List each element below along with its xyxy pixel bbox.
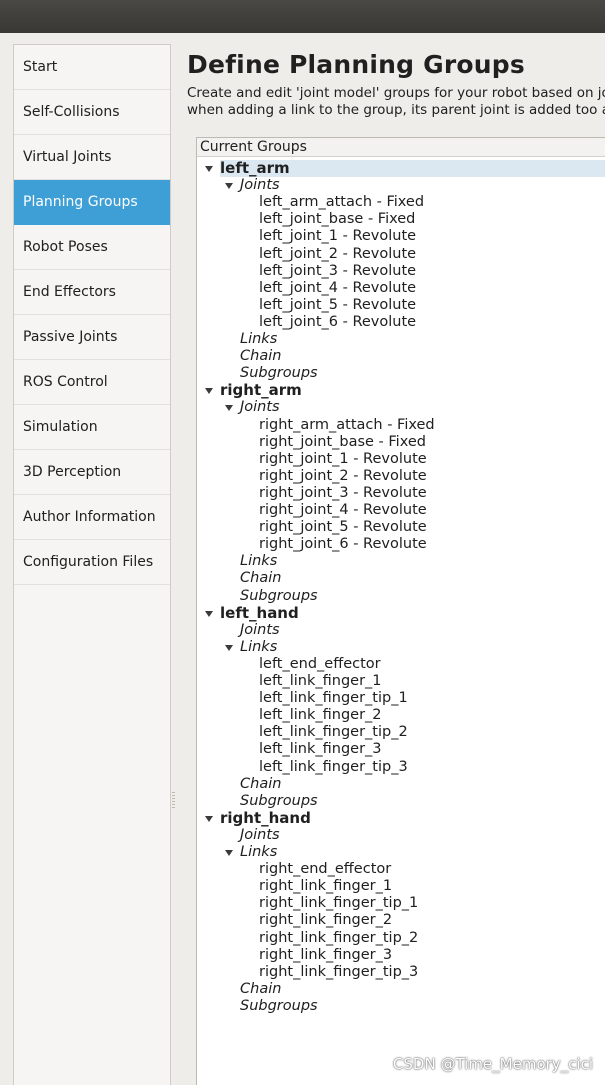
- tree-group-left-arm[interactable]: left_arm: [220, 160, 605, 177]
- tree-item[interactable]: left_link_finger_3: [259, 741, 382, 758]
- sidebar-item-robot-poses[interactable]: Robot Poses: [14, 225, 170, 270]
- expand-arrow-icon[interactable]: [225, 183, 233, 190]
- tree-item[interactable]: left_end_effector: [259, 656, 381, 673]
- expand-arrow-icon[interactable]: [225, 644, 233, 651]
- tree-item[interactable]: right_joint_5 - Revolute: [259, 519, 427, 536]
- tree-category-links[interactable]: Links: [240, 553, 277, 570]
- tree-item[interactable]: right_link_finger_tip_3: [259, 964, 418, 981]
- tree-category-joints[interactable]: Joints: [240, 177, 280, 194]
- tree-group-right-arm[interactable]: right_arm: [220, 382, 302, 399]
- tree-item[interactable]: right_link_finger_3: [259, 947, 392, 964]
- tree-item[interactable]: right_arm_attach - Fixed: [259, 417, 435, 434]
- tree-category-subgroups[interactable]: Subgroups: [240, 365, 318, 382]
- splitter-handle[interactable]: [172, 792, 175, 808]
- tree-category-links[interactable]: Links: [240, 639, 277, 656]
- tree-group-right-hand[interactable]: right_hand: [220, 809, 311, 827]
- tree-item[interactable]: left_link_finger_2: [259, 707, 382, 724]
- sidebar-item-3d-perception[interactable]: 3D Perception: [14, 450, 170, 495]
- tree-category-subgroups[interactable]: Subgroups: [240, 998, 318, 1015]
- main-panel: Define Planning Groups Create and edit '…: [187, 44, 605, 1085]
- expand-arrow-icon[interactable]: [205, 815, 213, 822]
- page-description: Create and edit 'joint model' groups for…: [187, 85, 605, 119]
- planning-groups-tree[interactable]: Current Groups left_arm Joints left_arm_at…: [196, 137, 605, 1085]
- tree-item[interactable]: right_link_finger_2: [259, 912, 392, 929]
- sidebar-item-passive-joints[interactable]: Passive Joints: [14, 315, 170, 360]
- tree-category-subgroups[interactable]: Subgroups: [240, 793, 318, 810]
- sidebar-item-simulation[interactable]: Simulation: [14, 405, 170, 450]
- sidebar-item-planning-groups[interactable]: Planning Groups: [14, 180, 170, 225]
- tree-item[interactable]: left_joint_base - Fixed: [259, 211, 415, 228]
- tree-item[interactable]: right_joint_3 - Revolute: [259, 485, 427, 502]
- expand-arrow-icon[interactable]: [205, 610, 213, 617]
- sidebar-item-ros-control[interactable]: ROS Control: [14, 360, 170, 405]
- sidebar-item-virtual-joints[interactable]: Virtual Joints: [14, 135, 170, 180]
- tree-item[interactable]: left_joint_1 - Revolute: [259, 228, 416, 245]
- window-titlebar: [0, 0, 605, 33]
- description-line-1: Create and edit 'joint model' groups for…: [187, 85, 605, 101]
- tree-category-joints[interactable]: Joints: [240, 827, 280, 844]
- tree-item[interactable]: left_link_finger_tip_1: [259, 690, 408, 707]
- expand-arrow-icon[interactable]: [205, 166, 213, 172]
- watermark: CSDN @Time_Memory_cici: [392, 1055, 593, 1073]
- expand-arrow-icon[interactable]: [205, 388, 213, 395]
- page-title: Define Planning Groups: [187, 50, 525, 79]
- sidebar-item-start[interactable]: Start: [14, 45, 170, 90]
- tree-item[interactable]: right_joint_1 - Revolute: [259, 451, 427, 468]
- tree-category-chain[interactable]: Chain: [240, 570, 281, 587]
- expand-arrow-icon[interactable]: [225, 405, 233, 412]
- tree-item[interactable]: left_joint_2 - Revolute: [259, 246, 416, 263]
- tree-item[interactable]: left_joint_6 - Revolute: [259, 314, 416, 331]
- expand-arrow-icon[interactable]: [225, 850, 233, 856]
- tree-item[interactable]: right_link_finger_tip_2: [259, 930, 418, 947]
- description-line-2: when adding a link to the group, its par…: [187, 102, 605, 118]
- sidebar-item-end-effectors[interactable]: End Effectors: [14, 270, 170, 315]
- tree-category-subgroups[interactable]: Subgroups: [240, 588, 318, 605]
- tree-category-chain[interactable]: Chain: [240, 981, 281, 998]
- tree-category-joints[interactable]: Joints: [240, 399, 280, 416]
- tree-item[interactable]: left_link_finger_tip_3: [259, 759, 408, 776]
- tree-category-links[interactable]: Links: [240, 331, 277, 348]
- tree-item[interactable]: right_end_effector: [259, 861, 391, 878]
- tree-header: Current Groups: [197, 138, 605, 157]
- sidebar-nav: Start Self-Collisions Virtual Joints Planni…: [13, 44, 171, 1085]
- sidebar-item-author-information[interactable]: Author Information: [14, 495, 170, 540]
- tree-item[interactable]: right_joint_6 - Revolute: [259, 536, 427, 553]
- tree-item[interactable]: left_joint_3 - Revolute: [259, 263, 416, 280]
- tree-item[interactable]: right_joint_2 - Revolute: [259, 468, 427, 485]
- tree-item[interactable]: left_arm_attach - Fixed: [259, 194, 424, 211]
- tree-item[interactable]: left_link_finger_1: [259, 673, 382, 690]
- tree-category-chain[interactable]: Chain: [240, 776, 281, 793]
- tree-item[interactable]: right_link_finger_1: [259, 878, 392, 895]
- tree-group-left-hand[interactable]: left_hand: [220, 604, 299, 622]
- sidebar-item-self-collisions[interactable]: Self-Collisions: [14, 90, 170, 135]
- tree-item[interactable]: right_joint_base - Fixed: [259, 434, 426, 451]
- tree-category-joints[interactable]: Joints: [240, 622, 280, 639]
- tree-category-chain[interactable]: Chain: [240, 348, 281, 365]
- tree-category-links[interactable]: Links: [240, 844, 277, 861]
- tree-item[interactable]: left_link_finger_tip_2: [259, 724, 408, 741]
- tree-item[interactable]: left_joint_4 - Revolute: [259, 280, 416, 297]
- sidebar-item-configuration-files[interactable]: Configuration Files: [14, 540, 170, 585]
- tree-item[interactable]: right_link_finger_tip_1: [259, 895, 418, 912]
- tree-item[interactable]: right_joint_4 - Revolute: [259, 502, 427, 519]
- tree-item[interactable]: left_joint_5 - Revolute: [259, 297, 416, 314]
